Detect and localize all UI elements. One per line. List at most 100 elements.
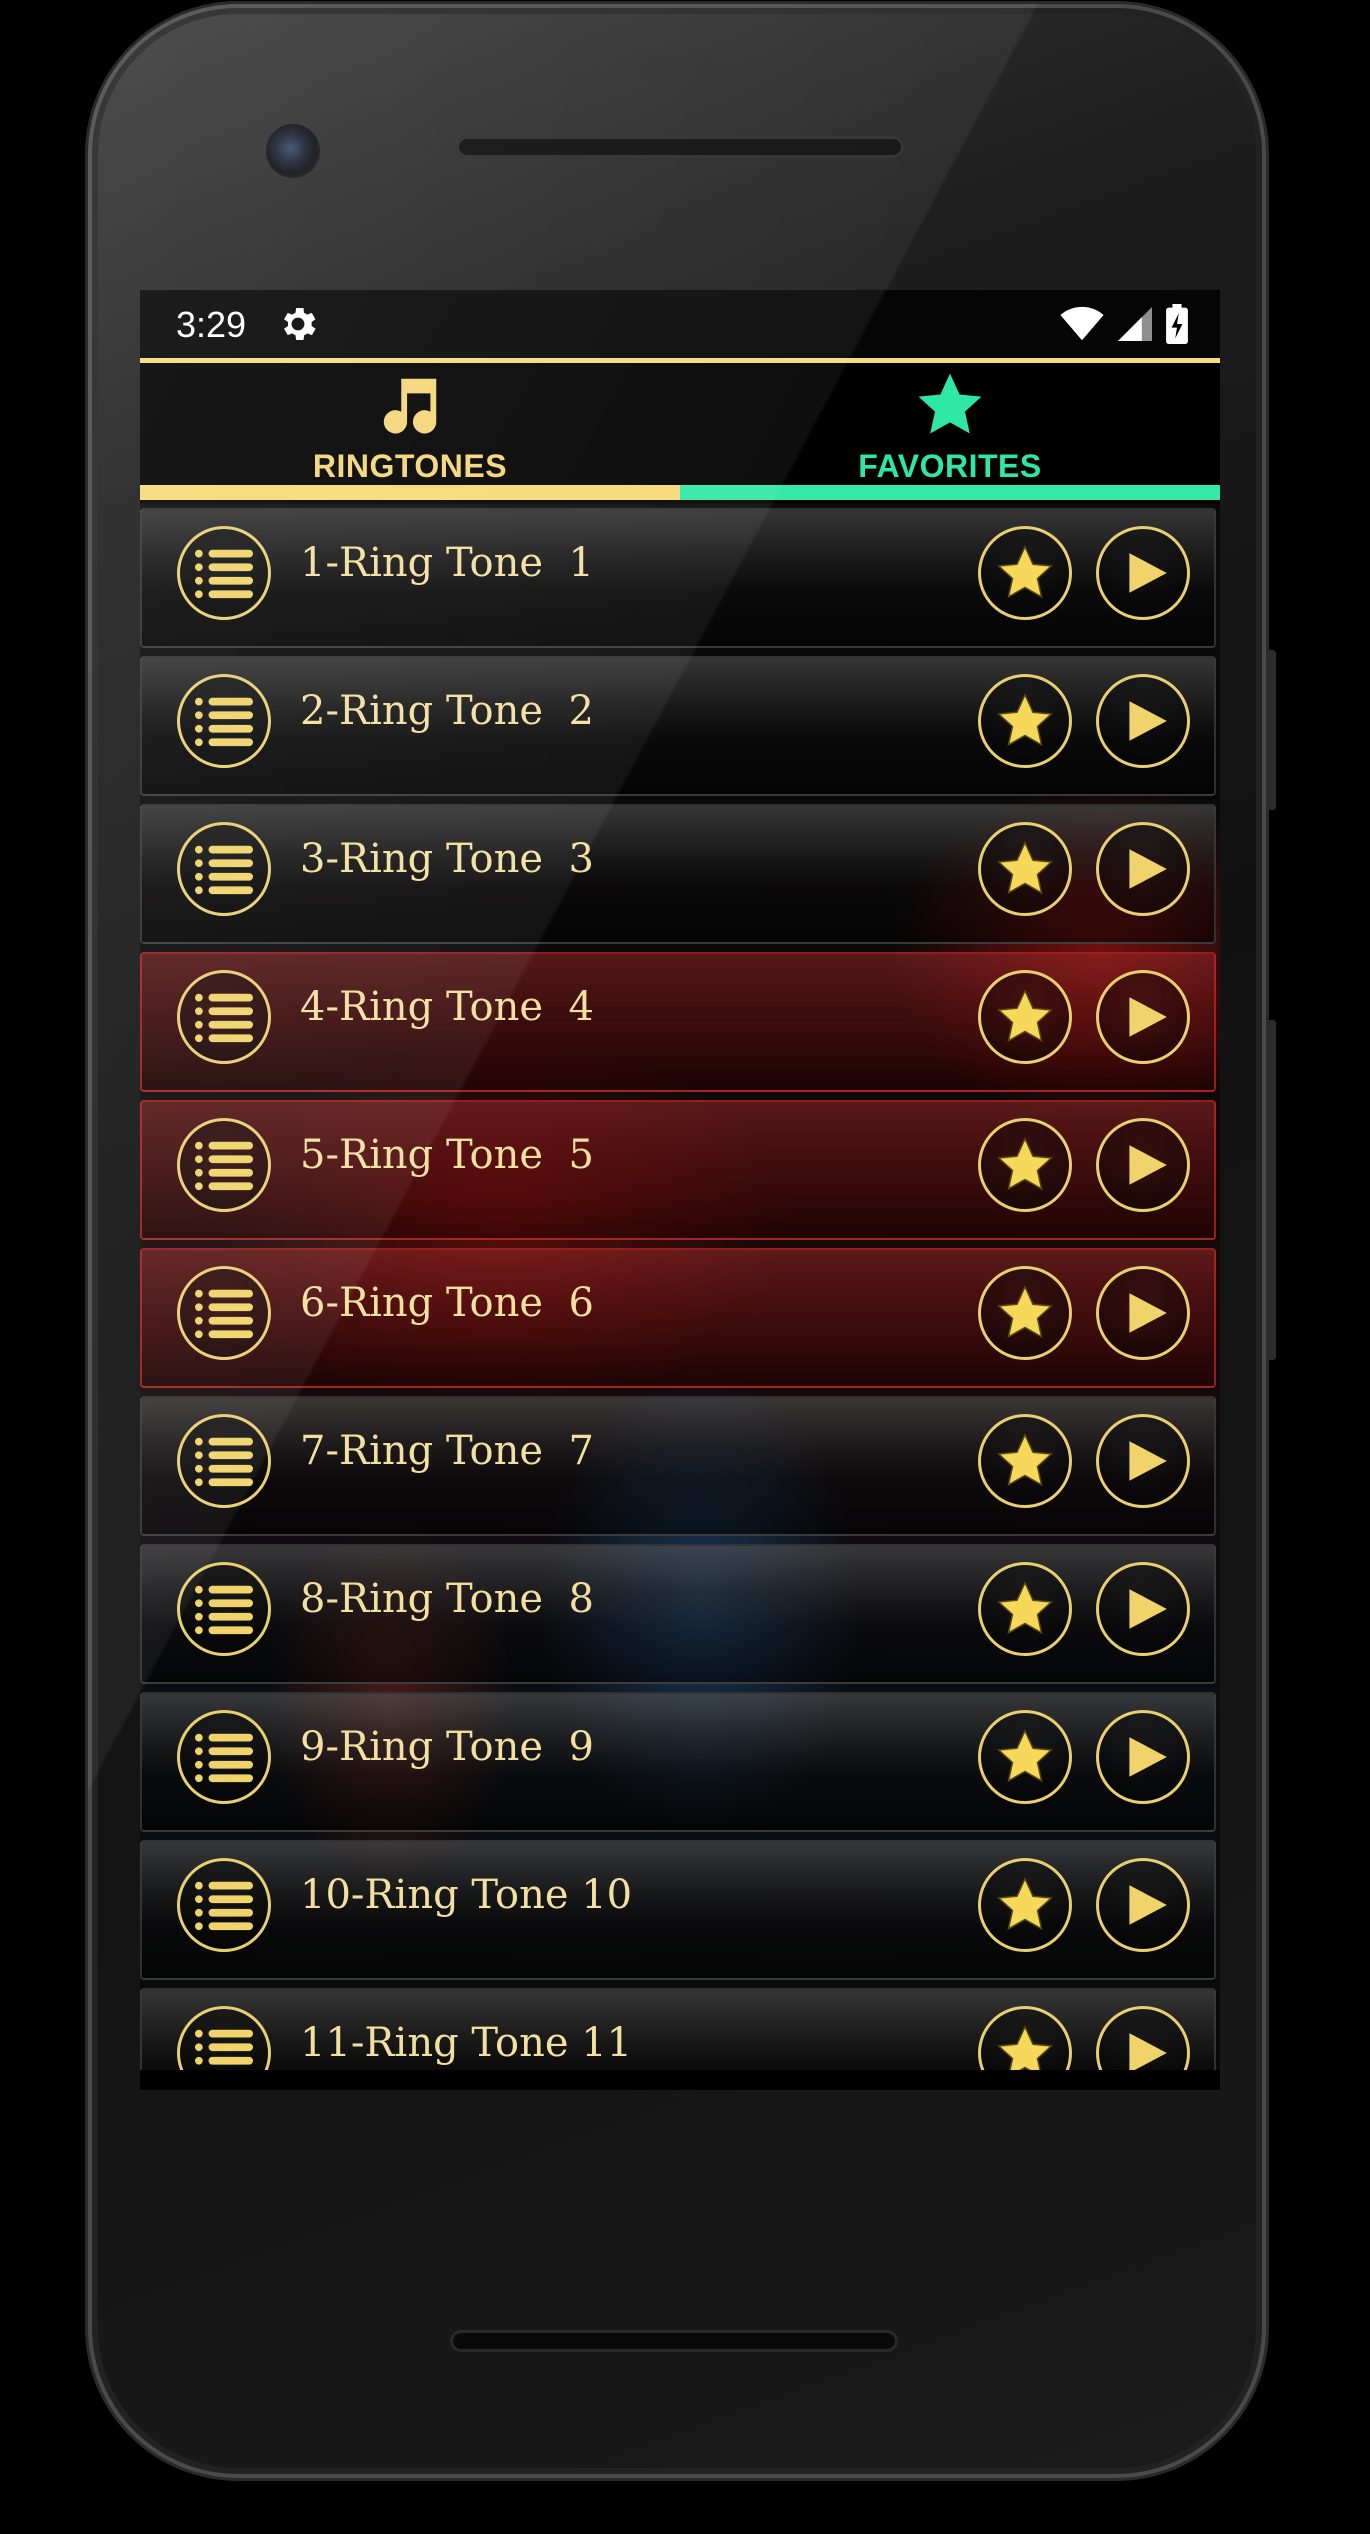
tab-favorites-label: FAVORITES <box>858 448 1042 484</box>
gear-icon <box>284 308 316 340</box>
screen: 3:29 RINGTONES FAVORITES 1-Ring Tone 1 2… <box>140 290 1220 2090</box>
favorite-button[interactable] <box>978 1414 1072 1508</box>
play-icon <box>1129 997 1167 1037</box>
battery-charging-icon <box>1166 304 1188 344</box>
signal-icon <box>1118 307 1152 341</box>
play-icon <box>1129 2033 1167 2070</box>
ringtone-title: 4-Ring Tone 4 <box>300 984 594 1030</box>
ringtone-title: 11-Ring Tone 11 <box>300 2020 633 2066</box>
options-button[interactable] <box>177 674 271 768</box>
ringtone-title: 9-Ring Tone 9 <box>300 1724 594 1770</box>
ringtone-title: 10-Ring Tone 10 <box>300 1872 633 1918</box>
front-camera <box>266 124 320 178</box>
list-item[interactable]: 10-Ring Tone 10 <box>140 1840 1216 1980</box>
tab-indicator-ringtones <box>140 485 680 500</box>
favorite-button[interactable] <box>978 1266 1072 1360</box>
ringtone-title: 8-Ring Tone 8 <box>300 1576 594 1622</box>
earpiece-speaker <box>456 136 904 158</box>
options-button[interactable] <box>177 822 271 916</box>
favorite-button[interactable] <box>978 1118 1072 1212</box>
play-button[interactable] <box>1096 822 1190 916</box>
favorite-button[interactable] <box>978 1562 1072 1656</box>
list-item[interactable]: 5-Ring Tone 5 <box>140 1100 1216 1240</box>
play-icon <box>1129 1589 1167 1629</box>
play-button[interactable] <box>1096 2006 1190 2070</box>
tab-favorites[interactable]: FAVORITES <box>680 363 1220 485</box>
star-icon <box>996 1728 1054 1783</box>
list-icon <box>195 1881 253 1931</box>
status-indicators <box>1060 304 1188 344</box>
star-icon <box>996 1876 1054 1931</box>
star-icon <box>996 1580 1054 1635</box>
options-button[interactable] <box>177 2006 271 2070</box>
play-icon <box>1129 849 1167 889</box>
star-icon <box>996 1136 1054 1191</box>
list-icon <box>195 1733 253 1783</box>
bottom-speaker <box>450 2330 898 2352</box>
music-note-icon <box>383 378 437 434</box>
ringtone-title: 7-Ring Tone 7 <box>300 1428 594 1474</box>
ringtone-list[interactable]: 1-Ring Tone 1 2-Ring Tone 2 3-Ring Tone 3 4… <box>140 504 1220 2070</box>
favorite-button[interactable] <box>978 1858 1072 1952</box>
play-button[interactable] <box>1096 1710 1190 1804</box>
play-icon <box>1129 1737 1167 1777</box>
list-item[interactable]: 1-Ring Tone 1 <box>140 508 1216 648</box>
options-button[interactable] <box>177 526 271 620</box>
play-button[interactable] <box>1096 1118 1190 1212</box>
list-item[interactable]: 3-Ring Tone 3 <box>140 804 1216 944</box>
favorite-button[interactable] <box>978 970 1072 1064</box>
ringtone-title: 3-Ring Tone 3 <box>300 836 594 882</box>
volume-button <box>1266 1020 1276 1360</box>
favorite-button[interactable] <box>978 2006 1072 2070</box>
list-item[interactable]: 11-Ring Tone 11 <box>140 1988 1216 2070</box>
navigation-bar <box>140 2070 1220 2090</box>
favorite-button[interactable] <box>978 526 1072 620</box>
list-item[interactable]: 2-Ring Tone 2 <box>140 656 1216 796</box>
tab-ringtones[interactable]: RINGTONES <box>140 363 680 485</box>
list-icon <box>195 993 253 1043</box>
play-button[interactable] <box>1096 1414 1190 1508</box>
star-icon <box>996 692 1054 747</box>
star-icon <box>996 840 1054 895</box>
list-item[interactable]: 9-Ring Tone 9 <box>140 1692 1216 1832</box>
options-button[interactable] <box>177 1710 271 1804</box>
list-icon <box>195 697 253 747</box>
options-button[interactable] <box>177 970 271 1064</box>
star-icon <box>996 1284 1054 1339</box>
options-button[interactable] <box>177 1118 271 1212</box>
wifi-icon <box>1060 306 1104 341</box>
options-button[interactable] <box>177 1562 271 1656</box>
tab-indicator-favorites <box>680 485 1220 500</box>
ringtone-title: 5-Ring Tone 5 <box>300 1132 594 1178</box>
star-icon <box>996 988 1054 1043</box>
play-icon <box>1129 1293 1167 1333</box>
favorite-button[interactable] <box>978 822 1072 916</box>
star-icon <box>996 2024 1054 2070</box>
star-icon <box>918 373 982 434</box>
status-bar: 3:29 <box>140 290 1220 360</box>
play-button[interactable] <box>1096 1562 1190 1656</box>
options-button[interactable] <box>177 1266 271 1360</box>
play-button[interactable] <box>1096 526 1190 620</box>
star-icon <box>996 544 1054 599</box>
list-item[interactable]: 8-Ring Tone 8 <box>140 1544 1216 1684</box>
list-icon <box>195 1437 253 1487</box>
power-button <box>1266 650 1276 810</box>
list-icon <box>195 1141 253 1191</box>
play-icon <box>1129 1441 1167 1481</box>
options-button[interactable] <box>177 1414 271 1508</box>
play-button[interactable] <box>1096 1858 1190 1952</box>
play-button[interactable] <box>1096 1266 1190 1360</box>
play-icon <box>1129 553 1167 593</box>
favorite-button[interactable] <box>978 1710 1072 1804</box>
ringtone-title: 6-Ring Tone 6 <box>300 1280 594 1326</box>
play-button[interactable] <box>1096 970 1190 1064</box>
list-item[interactable]: 6-Ring Tone 6 <box>140 1248 1216 1388</box>
options-button[interactable] <box>177 1858 271 1952</box>
play-button[interactable] <box>1096 674 1190 768</box>
list-item[interactable]: 7-Ring Tone 7 <box>140 1396 1216 1536</box>
tab-ringtones-label: RINGTONES <box>312 448 508 484</box>
favorite-button[interactable] <box>978 674 1072 768</box>
ringtone-title: 1-Ring Tone 1 <box>300 540 594 586</box>
list-item[interactable]: 4-Ring Tone 4 <box>140 952 1216 1092</box>
